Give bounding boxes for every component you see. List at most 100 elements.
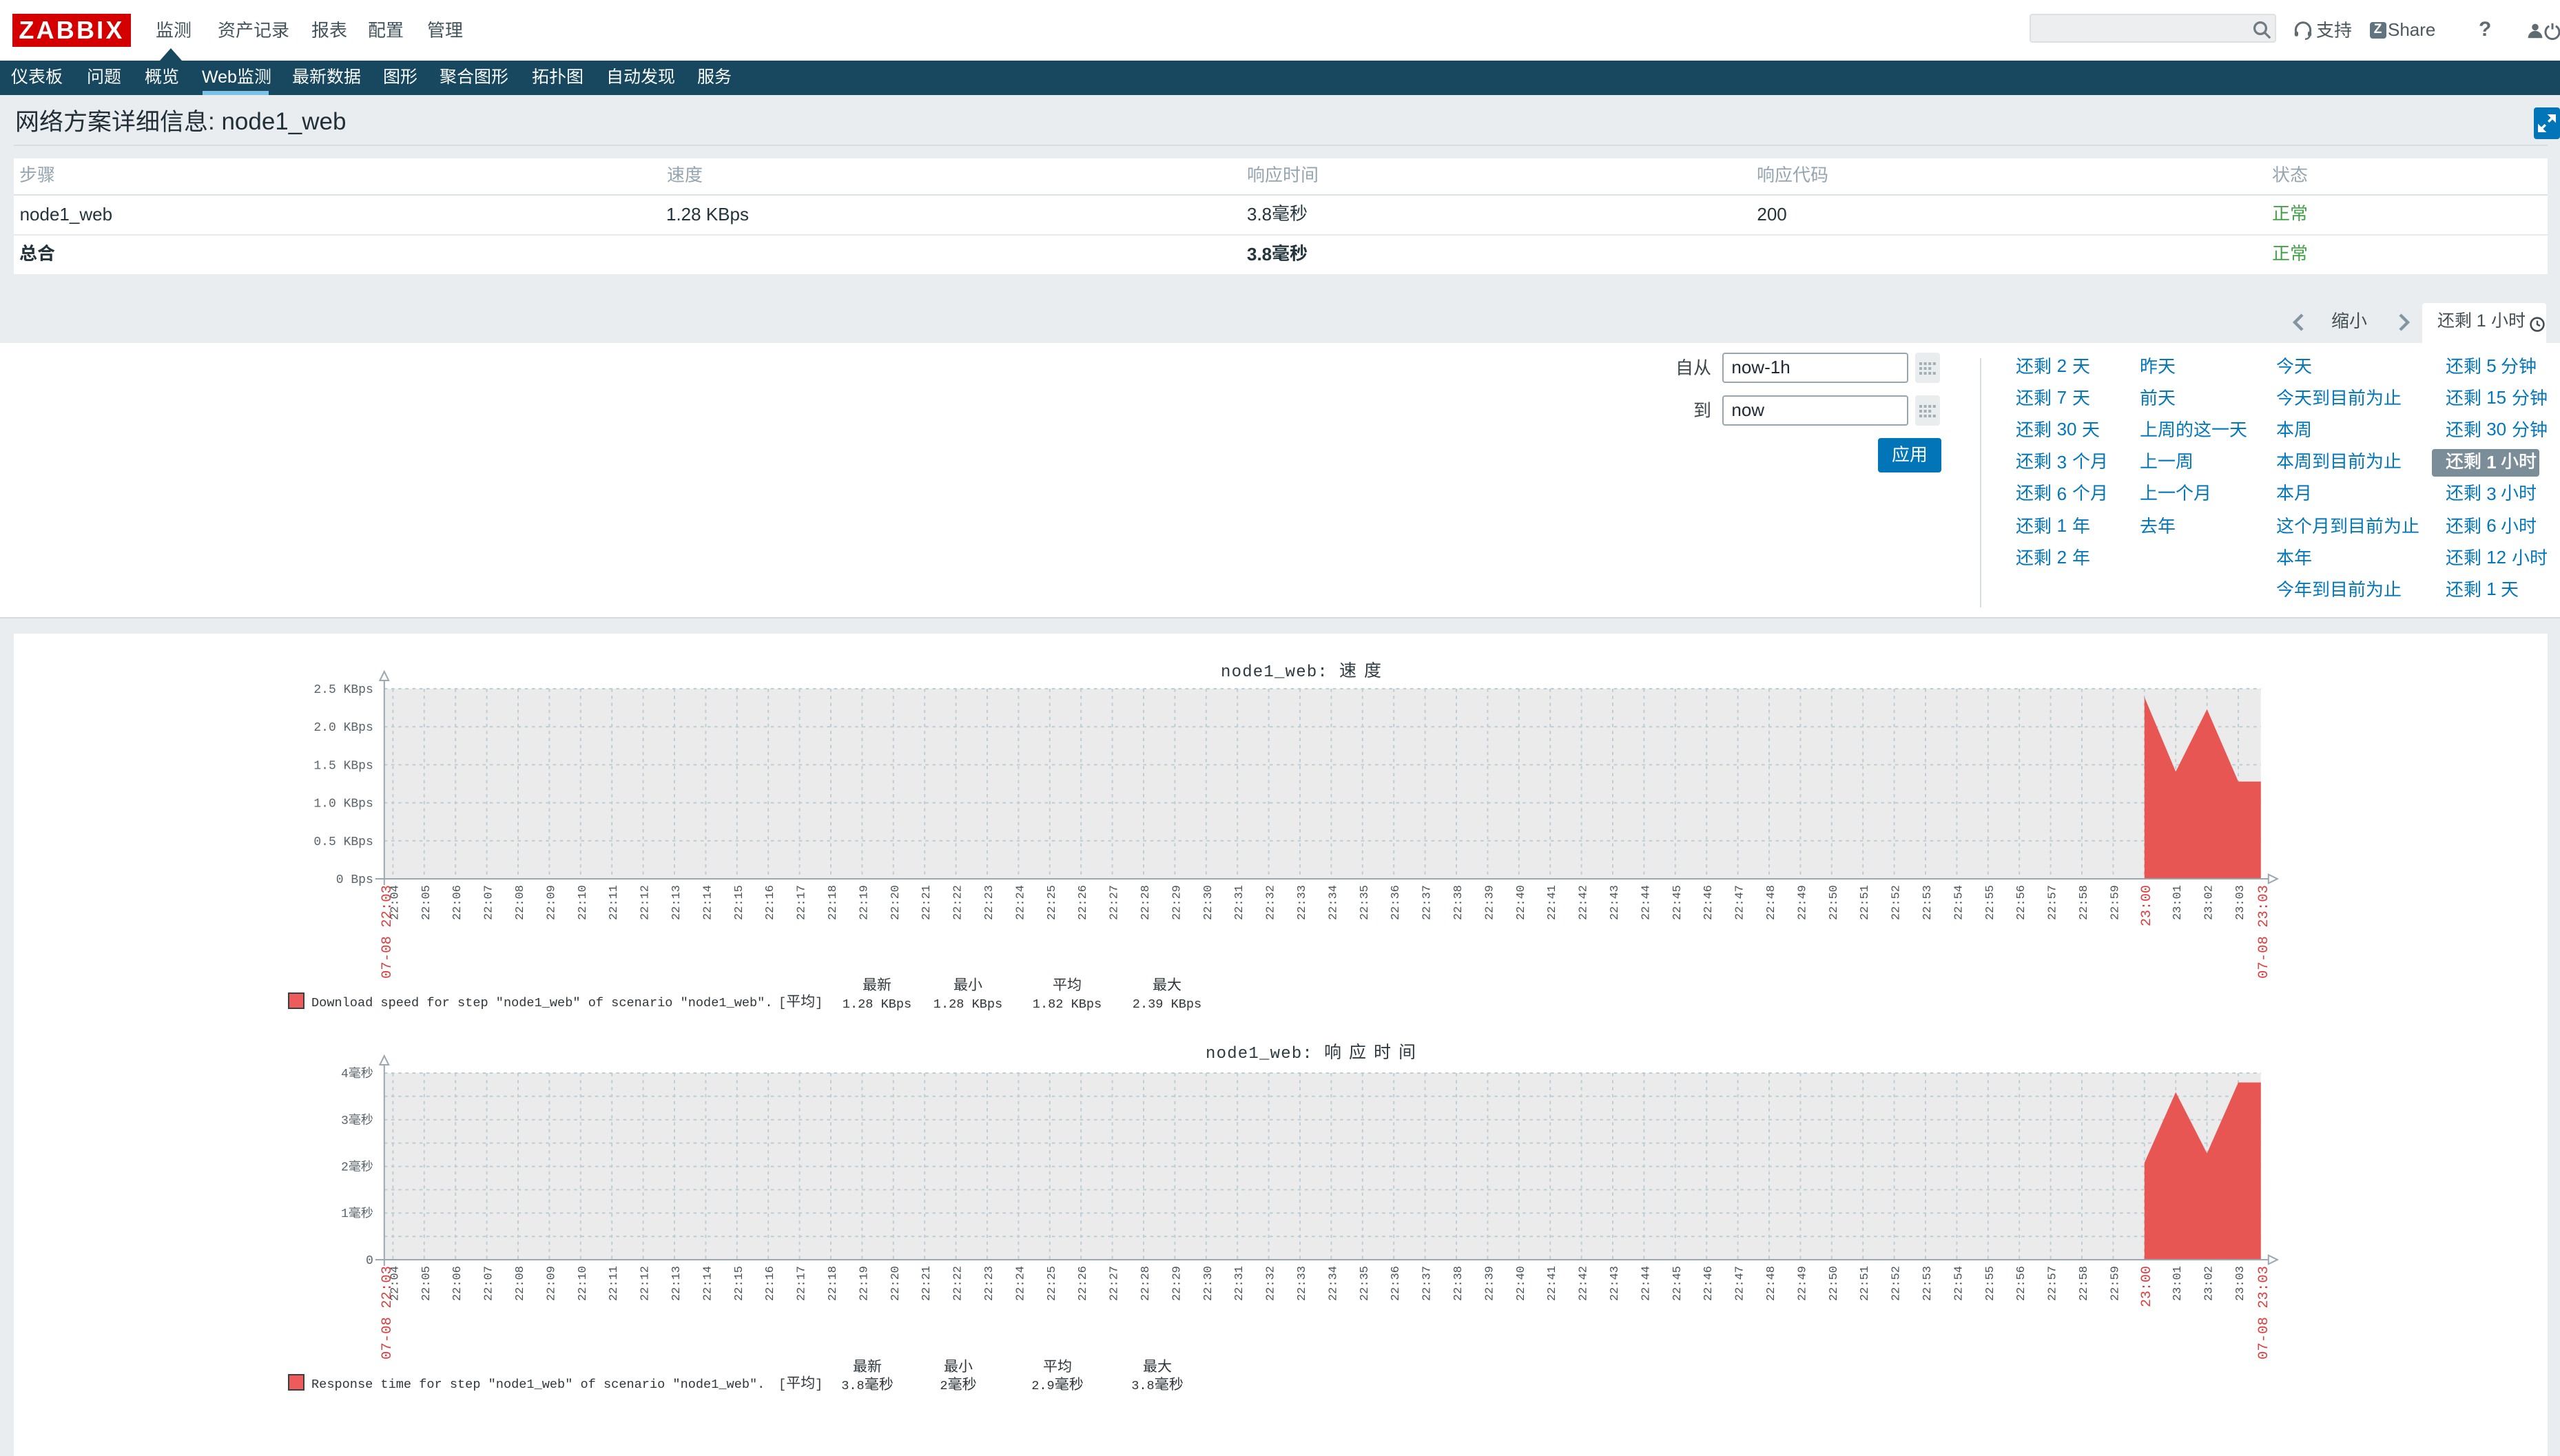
svg-text:22:55: 22:55: [1984, 885, 1997, 920]
svg-text:22:26: 22:26: [1077, 1266, 1090, 1301]
svg-text:3.8: 3.8: [1131, 1379, 1154, 1393]
svg-text:22:57: 22:57: [2047, 1266, 2060, 1301]
svg-text:22:37: 22:37: [1421, 1266, 1434, 1301]
svg-text:07-08 23:03: 07-08 23:03: [2256, 885, 2272, 979]
svg-text:node1_web:: node1_web:: [1221, 663, 1328, 682]
svg-text:2.5 KBps: 2.5 KBps: [313, 683, 373, 697]
svg-text:22:28: 22:28: [1139, 1266, 1153, 1301]
svg-text:0 Bps: 0 Bps: [336, 873, 373, 887]
svg-text:22:58: 22:58: [2078, 1266, 2091, 1301]
svg-text:22:05: 22:05: [420, 1266, 433, 1301]
svg-text:22:29: 22:29: [1170, 885, 1184, 920]
svg-text:22:22: 22:22: [952, 885, 965, 920]
svg-text:22:50: 22:50: [1828, 885, 1841, 920]
svg-text:22:42: 22:42: [1578, 1266, 1591, 1301]
svg-text:22:41: 22:41: [1546, 885, 1559, 920]
svg-text:22:05: 22:05: [420, 885, 433, 920]
svg-text:22:52: 22:52: [1890, 885, 1903, 920]
svg-text:22:26: 22:26: [1077, 885, 1090, 920]
svg-text:22:31: 22:31: [1233, 1266, 1246, 1301]
svg-text:3: 3: [341, 1114, 349, 1128]
svg-text:23:00: 23:00: [2139, 1266, 2155, 1307]
svg-text:22:14: 22:14: [701, 885, 714, 920]
svg-text:22:24: 22:24: [1014, 1266, 1027, 1301]
svg-text:2: 2: [940, 1379, 947, 1393]
svg-text:22:06: 22:06: [451, 885, 464, 920]
svg-text:23:03: 23:03: [2234, 885, 2247, 920]
svg-text:1.28 KBps: 1.28 KBps: [843, 997, 911, 1012]
svg-text:1.82 KBps: 1.82 KBps: [1033, 997, 1102, 1012]
svg-text:Download speed for step "node1: Download speed for step "node1_web" of s…: [311, 996, 772, 1010]
svg-text:22:45: 22:45: [1671, 885, 1684, 920]
svg-text:22:32: 22:32: [1265, 1266, 1278, 1301]
svg-text:22:45: 22:45: [1671, 1266, 1684, 1301]
svg-text:22:14: 22:14: [701, 1266, 714, 1301]
svg-text:22:25: 22:25: [1046, 1266, 1059, 1301]
svg-text:22:58: 22:58: [2078, 885, 2091, 920]
svg-text:22:43: 22:43: [1609, 885, 1622, 920]
svg-text:22:18: 22:18: [827, 1266, 840, 1301]
svg-text:22:35: 22:35: [1359, 1266, 1372, 1301]
svg-text:22:48: 22:48: [1765, 1266, 1778, 1301]
svg-text:22:46: 22:46: [1702, 885, 1715, 920]
svg-text:22:46: 22:46: [1702, 1266, 1715, 1301]
svg-text:]: ]: [815, 1377, 823, 1392]
svg-text:2: 2: [341, 1161, 349, 1175]
svg-text:1.0 KBps: 1.0 KBps: [313, 798, 373, 811]
svg-text:22:27: 22:27: [1108, 885, 1122, 920]
svg-text:22:49: 22:49: [1796, 885, 1809, 920]
svg-text:1.5 KBps: 1.5 KBps: [313, 759, 373, 773]
svg-text:22:09: 22:09: [545, 885, 558, 920]
svg-text:4: 4: [341, 1068, 349, 1081]
svg-text:22:23: 22:23: [983, 1266, 996, 1301]
svg-text:22:42: 22:42: [1578, 885, 1591, 920]
svg-text:23:01: 23:01: [2171, 885, 2185, 920]
svg-text:22:47: 22:47: [1734, 885, 1747, 920]
svg-text:22:15: 22:15: [733, 885, 746, 920]
svg-text:22:53: 22:53: [1921, 885, 1934, 920]
svg-text:22:17: 22:17: [796, 1266, 809, 1301]
svg-text:22:36: 22:36: [1390, 885, 1403, 920]
svg-text:22:13: 22:13: [670, 1266, 683, 1301]
svg-text:2.39 KBps: 2.39 KBps: [1133, 997, 1201, 1012]
svg-text:22:53: 22:53: [1921, 1266, 1934, 1301]
svg-text:node1_web:: node1_web:: [1206, 1045, 1313, 1063]
svg-text:22:38: 22:38: [1452, 885, 1465, 920]
svg-text:22:36: 22:36: [1390, 1266, 1403, 1301]
svg-text:22:31: 22:31: [1233, 885, 1246, 920]
svg-text:22:40: 22:40: [1515, 1266, 1528, 1301]
svg-text:22:22: 22:22: [952, 1266, 965, 1301]
svg-text:22:19: 22:19: [858, 1266, 871, 1301]
svg-text:1: 1: [341, 1207, 349, 1221]
svg-text:22:17: 22:17: [796, 885, 809, 920]
svg-text:3.8: 3.8: [841, 1379, 864, 1393]
svg-text:0.5 KBps: 0.5 KBps: [313, 835, 373, 849]
svg-text:22:59: 22:59: [2109, 1266, 2122, 1301]
svg-text:23:03: 23:03: [2234, 1266, 2247, 1301]
svg-text:22:12: 22:12: [639, 1266, 652, 1301]
svg-text:22:34: 22:34: [1327, 1266, 1340, 1301]
svg-text:22:30: 22:30: [1202, 885, 1215, 920]
svg-text:22:08: 22:08: [514, 1266, 527, 1301]
svg-text:22:48: 22:48: [1765, 885, 1778, 920]
svg-text:22:18: 22:18: [827, 885, 840, 920]
svg-text:0: 0: [366, 1254, 373, 1268]
svg-text:22:20: 22:20: [889, 1266, 902, 1301]
svg-text:22:15: 22:15: [733, 1266, 746, 1301]
svg-text:22:50: 22:50: [1828, 1266, 1841, 1301]
svg-text:22:08: 22:08: [514, 885, 527, 920]
svg-text:22:27: 22:27: [1108, 1266, 1122, 1301]
svg-text:22:51: 22:51: [1859, 885, 1872, 920]
svg-text:22:09: 22:09: [545, 1266, 558, 1301]
svg-text:22:10: 22:10: [577, 885, 590, 920]
svg-text:22:19: 22:19: [858, 885, 871, 920]
svg-text:22:11: 22:11: [608, 1266, 621, 1301]
svg-text:22:37: 22:37: [1421, 885, 1434, 920]
svg-text:23:00: 23:00: [2139, 885, 2155, 926]
svg-text:22:13: 22:13: [670, 885, 683, 920]
svg-text:]: ]: [815, 996, 823, 1010]
svg-text:22:29: 22:29: [1170, 1266, 1184, 1301]
svg-text:22:07: 22:07: [483, 1266, 496, 1301]
svg-text:22:54: 22:54: [1952, 885, 1965, 920]
svg-text:22:07: 22:07: [483, 885, 496, 920]
